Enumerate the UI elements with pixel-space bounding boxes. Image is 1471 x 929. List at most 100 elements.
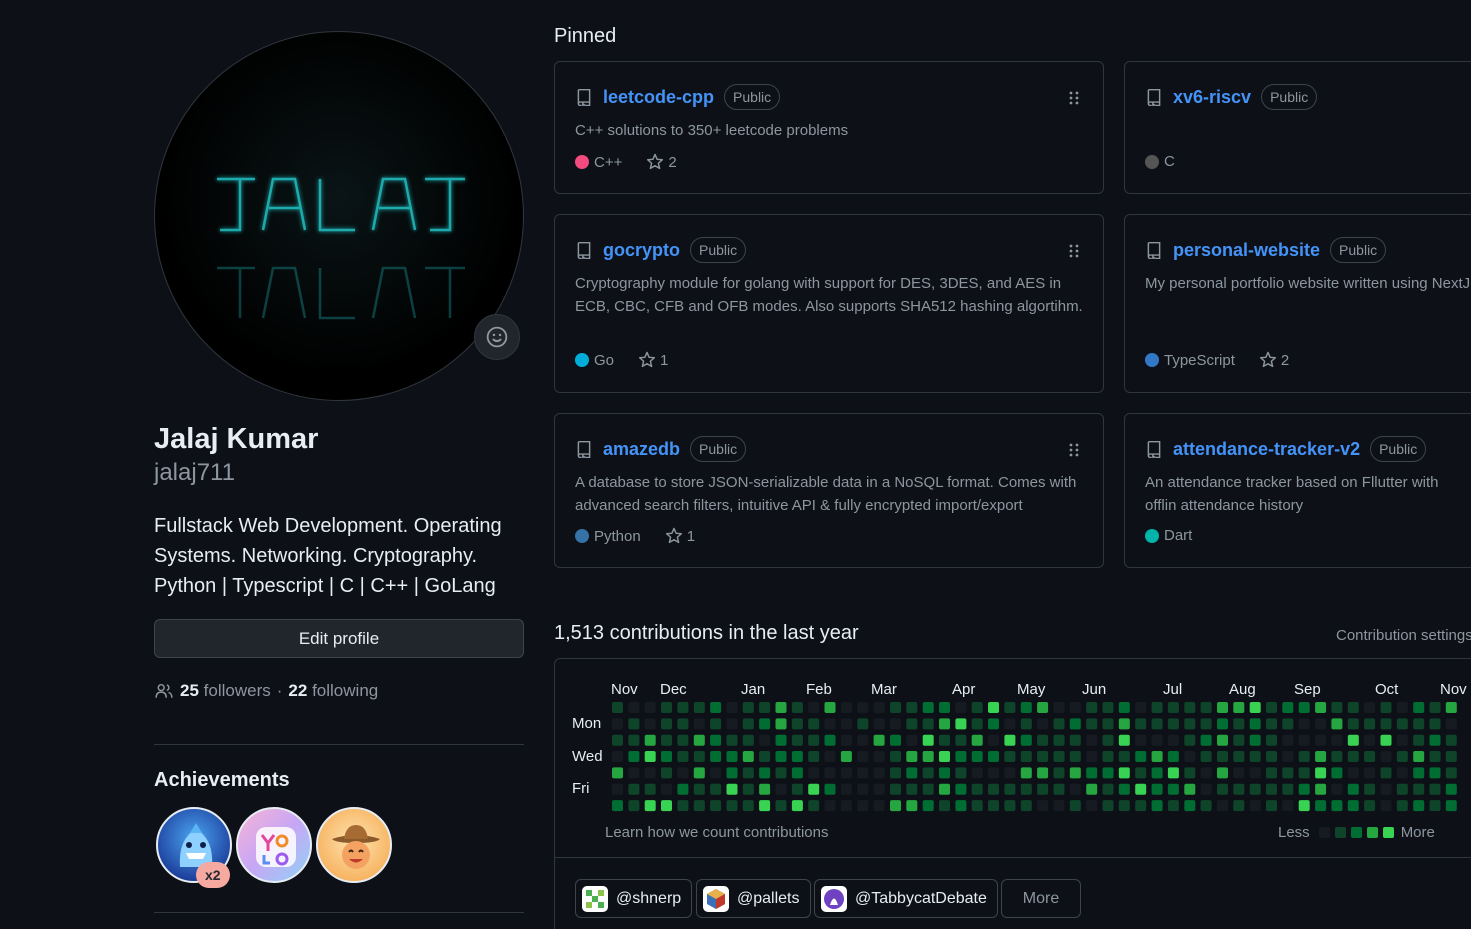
- contribution-day-cell[interactable]: [1331, 800, 1343, 812]
- contribution-day-cell[interactable]: [1396, 767, 1408, 779]
- contribution-day-cell[interactable]: [840, 718, 852, 730]
- contribution-day-cell[interactable]: [1135, 767, 1147, 779]
- contribution-day-cell[interactable]: [1380, 751, 1392, 762]
- contribution-day-cell[interactable]: [1380, 718, 1392, 730]
- contribution-day-cell[interactable]: [1069, 718, 1081, 730]
- contribution-day-cell[interactable]: [890, 734, 901, 746]
- contribution-day-cell[interactable]: [1020, 751, 1032, 762]
- contribution-day-cell[interactable]: [1413, 783, 1425, 795]
- contribution-day-cell[interactable]: [1233, 751, 1245, 762]
- contribution-day-cell[interactable]: [971, 751, 983, 762]
- contribution-day-cell[interactable]: [1151, 718, 1163, 730]
- contribution-day-cell[interactable]: [1004, 751, 1016, 762]
- contribution-day-cell[interactable]: [1282, 718, 1294, 730]
- contribution-day-cell[interactable]: [1266, 767, 1277, 779]
- contribution-day-cell[interactable]: [1086, 800, 1098, 812]
- contribution-day-cell[interactable]: [1020, 702, 1032, 713]
- contribution-day-cell[interactable]: [726, 767, 738, 779]
- contribution-day-cell[interactable]: [1429, 702, 1441, 713]
- contribution-day-cell[interactable]: [988, 702, 999, 713]
- contribution-day-cell[interactable]: [1347, 718, 1359, 730]
- contribution-day-cell[interactable]: [922, 783, 934, 795]
- contribution-day-cell[interactable]: [726, 783, 738, 795]
- contribution-day-cell[interactable]: [906, 702, 918, 713]
- contribution-day-cell[interactable]: [988, 718, 999, 730]
- contribution-day-cell[interactable]: [955, 702, 967, 713]
- contribution-day-cell[interactable]: [1037, 751, 1049, 762]
- contribution-day-cell[interactable]: [1413, 751, 1425, 762]
- contribution-day-cell[interactable]: [726, 800, 738, 812]
- contribution-day-cell[interactable]: [1102, 767, 1114, 779]
- contribution-day-cell[interactable]: [661, 718, 672, 730]
- contribution-day-cell[interactable]: [873, 800, 885, 812]
- contribution-day-cell[interactable]: [1396, 734, 1408, 746]
- contribution-day-cell[interactable]: [693, 767, 705, 779]
- contribution-day-cell[interactable]: [1167, 767, 1179, 779]
- contribution-day-cell[interactable]: [808, 800, 820, 812]
- contribution-day-cell[interactable]: [1167, 800, 1179, 812]
- contribution-day-cell[interactable]: [628, 702, 640, 713]
- contribution-day-cell[interactable]: [1102, 783, 1114, 795]
- contribution-day-cell[interactable]: [1364, 734, 1376, 746]
- contribution-day-cell[interactable]: [1053, 751, 1065, 762]
- contribution-day-cell[interactable]: [1037, 800, 1049, 812]
- contribution-day-cell[interactable]: [677, 718, 689, 730]
- contribution-day-cell[interactable]: [824, 734, 836, 746]
- contribution-day-cell[interactable]: [939, 767, 950, 779]
- contribution-day-cell[interactable]: [955, 734, 967, 746]
- contribution-day-cell[interactable]: [1200, 783, 1212, 795]
- contribution-day-cell[interactable]: [808, 767, 820, 779]
- contribution-day-cell[interactable]: [922, 751, 934, 762]
- contribution-day-cell[interactable]: [1266, 702, 1277, 713]
- contribution-day-cell[interactable]: [857, 767, 869, 779]
- contribution-day-cell[interactable]: [1053, 767, 1065, 779]
- contribution-day-cell[interactable]: [1249, 800, 1261, 812]
- contribution-day-cell[interactable]: [628, 734, 640, 746]
- contribution-day-cell[interactable]: [988, 751, 999, 762]
- contribution-day-cell[interactable]: [1135, 800, 1147, 812]
- contribution-day-cell[interactable]: [873, 751, 885, 762]
- contribution-day-cell[interactable]: [1086, 767, 1098, 779]
- contribution-day-cell[interactable]: [1396, 702, 1408, 713]
- contribution-day-cell[interactable]: [1331, 718, 1343, 730]
- contribution-day-cell[interactable]: [1184, 734, 1196, 746]
- contribution-day-cell[interactable]: [1086, 734, 1098, 746]
- contribution-day-cell[interactable]: [710, 767, 722, 779]
- contribution-day-cell[interactable]: [1249, 734, 1261, 746]
- contribution-day-cell[interactable]: [1135, 751, 1147, 762]
- contribution-day-cell[interactable]: [1315, 702, 1327, 713]
- contribution-day-cell[interactable]: [1020, 767, 1032, 779]
- contribution-day-cell[interactable]: [1069, 751, 1081, 762]
- contribution-day-cell[interactable]: [1053, 718, 1065, 730]
- contribution-day-cell[interactable]: [873, 783, 885, 795]
- contribution-day-cell[interactable]: [1151, 767, 1163, 779]
- contribution-day-cell[interactable]: [873, 702, 885, 713]
- contribution-day-cell[interactable]: [628, 783, 640, 795]
- contribution-day-cell[interactable]: [644, 751, 656, 762]
- contribution-day-cell[interactable]: [1413, 734, 1425, 746]
- contribution-day-cell[interactable]: [759, 702, 771, 713]
- contribution-day-cell[interactable]: [1069, 783, 1081, 795]
- contribution-day-cell[interactable]: [824, 767, 836, 779]
- contribution-day-cell[interactable]: [1380, 783, 1392, 795]
- contribution-day-cell[interactable]: [1331, 783, 1343, 795]
- contribution-day-cell[interactable]: [677, 767, 689, 779]
- contribution-day-cell[interactable]: [971, 702, 983, 713]
- contribution-day-cell[interactable]: [1249, 751, 1261, 762]
- contribution-day-cell[interactable]: [1282, 767, 1294, 779]
- contribution-day-cell[interactable]: [791, 767, 803, 779]
- contribution-day-cell[interactable]: [840, 783, 852, 795]
- contribution-day-cell[interactable]: [955, 718, 967, 730]
- contribution-day-cell[interactable]: [1266, 751, 1277, 762]
- contribution-day-cell[interactable]: [677, 751, 689, 762]
- contribution-day-cell[interactable]: [1004, 734, 1016, 746]
- contribution-day-cell[interactable]: [693, 783, 705, 795]
- contribution-day-cell[interactable]: [808, 751, 820, 762]
- contribution-day-cell[interactable]: [1217, 751, 1228, 762]
- contribution-day-cell[interactable]: [612, 783, 623, 795]
- contribution-day-cell[interactable]: [1347, 751, 1359, 762]
- contribution-day-cell[interactable]: [1266, 718, 1277, 730]
- contribution-day-cell[interactable]: [906, 718, 918, 730]
- contribution-day-cell[interactable]: [1053, 734, 1065, 746]
- contribution-day-cell[interactable]: [1249, 718, 1261, 730]
